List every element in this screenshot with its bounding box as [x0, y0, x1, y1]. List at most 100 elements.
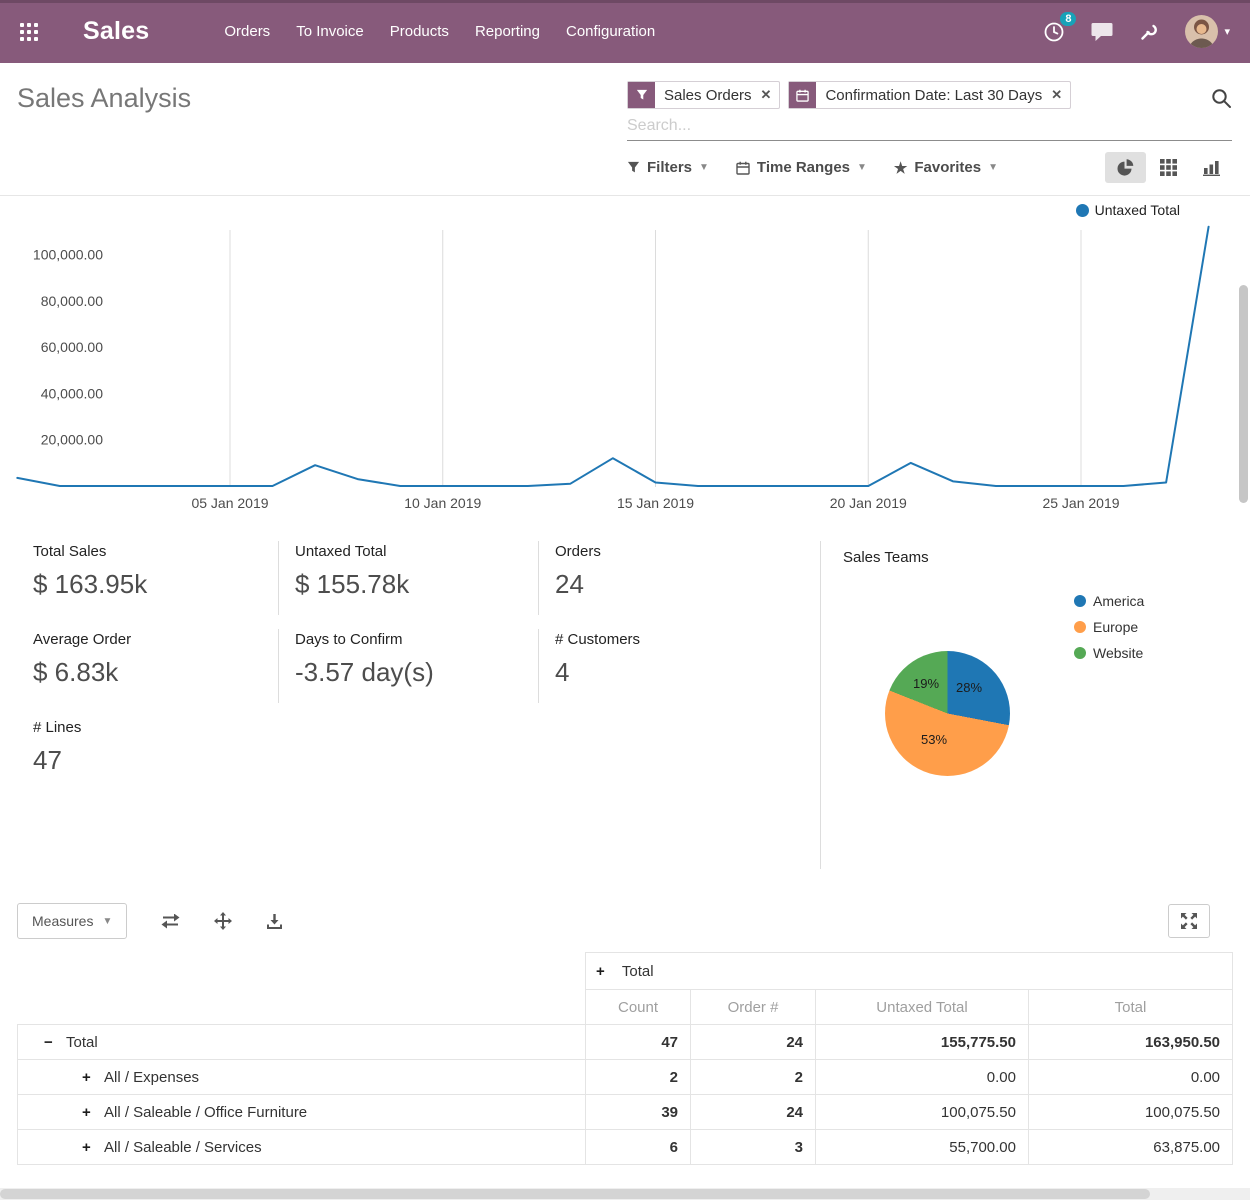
column-header-count[interactable]: Count	[586, 990, 691, 1025]
expand-columns-icon[interactable]: +	[596, 963, 610, 980]
user-menu[interactable]: ▾	[1185, 15, 1230, 48]
svg-text:60,000.00: 60,000.00	[41, 339, 103, 355]
pivot-view-button[interactable]	[1148, 152, 1189, 183]
download-icon[interactable]	[266, 913, 283, 930]
pie-slice-label-website: 19%	[913, 676, 939, 691]
chevron-down-icon: ▼	[988, 162, 998, 173]
menu-configuration[interactable]: Configuration	[553, 13, 668, 50]
menu-to-invoice[interactable]: To Invoice	[283, 13, 377, 50]
flip-axis-icon[interactable]	[161, 914, 180, 929]
apps-grid-icon[interactable]	[20, 23, 38, 41]
grid-view-icon	[1160, 159, 1177, 176]
sales-teams-pie[interactable]	[885, 651, 1010, 776]
legend-dot	[1074, 595, 1086, 607]
svg-text:40,000.00: 40,000.00	[41, 385, 103, 401]
column-header-untaxed[interactable]: Untaxed Total	[816, 990, 1029, 1025]
svg-text:20 Jan 2019: 20 Jan 2019	[830, 495, 907, 511]
time-ranges-dropdown[interactable]: Time Ranges▼	[736, 159, 867, 176]
pie-slice-label-europe: 53%	[921, 732, 947, 747]
svg-text:05 Jan 2019: 05 Jan 2019	[191, 495, 268, 511]
legend-item-america: America	[1074, 593, 1144, 609]
chart-legend-label: Untaxed Total	[1095, 202, 1180, 218]
legend-item-europe: Europe	[1074, 619, 1144, 635]
expand-all-icon[interactable]	[214, 912, 232, 930]
main-menu: Orders To Invoice Products Reporting Con…	[211, 13, 668, 50]
top-navbar: Sales Orders To Invoice Products Reporti…	[0, 0, 1250, 63]
menu-orders[interactable]: Orders	[211, 13, 283, 50]
facet-remove-icon[interactable]: ✕	[1051, 82, 1070, 108]
kpi-lines[interactable]: # Lines 47	[17, 717, 278, 791]
favorites-dropdown[interactable]: ★ Favorites▼	[894, 159, 998, 177]
pivot-row-total: −Total 47 24 155,775.50 163,950.50	[18, 1025, 1233, 1060]
filters-dropdown[interactable]: Filters▼	[627, 159, 709, 176]
horizontal-scrollbar[interactable]	[0, 1188, 1250, 1200]
pie-view-icon	[1116, 158, 1135, 177]
facet-sales-orders[interactable]: Sales Orders ✕	[627, 81, 780, 109]
search-icon[interactable]	[1211, 88, 1232, 109]
svg-text:20,000.00: 20,000.00	[41, 432, 103, 448]
developer-tools-icon[interactable]	[1139, 22, 1159, 42]
messages-icon[interactable]	[1091, 22, 1113, 42]
legend-item-website: Website	[1074, 645, 1144, 661]
control-panel: Sales Analysis Sales Orders ✕ Confirmati…	[0, 63, 1250, 196]
pie-legend: America Europe Website	[1074, 593, 1144, 661]
kpi-untaxed-total[interactable]: Untaxed Total $ 155.78k	[278, 541, 538, 615]
column-header-total[interactable]: Total	[1029, 990, 1233, 1025]
pivot-row-expenses: +All / Expenses 2 2 0.00 0.00	[18, 1060, 1233, 1095]
kpi-customers[interactable]: # Customers 4	[538, 629, 820, 703]
facet-confirmation-date[interactable]: Confirmation Date: Last 30 Days ✕	[788, 81, 1071, 109]
expand-row-icon[interactable]: +	[82, 1139, 96, 1156]
sales-teams-title: Sales Teams	[843, 549, 1233, 566]
chart-legend-dot	[1076, 204, 1089, 217]
chevron-down-icon: ▼	[857, 162, 867, 173]
vertical-scrollbar[interactable]	[1239, 285, 1248, 503]
expand-row-icon[interactable]: +	[82, 1104, 96, 1121]
svg-text:15 Jan 2019: 15 Jan 2019	[617, 495, 694, 511]
legend-dot	[1074, 621, 1086, 633]
svg-text:100,000.00: 100,000.00	[33, 247, 103, 263]
kpi-orders[interactable]: Orders 24	[538, 541, 820, 615]
pivot-row-office-furniture: +All / Saleable / Office Furniture 39 24…	[18, 1095, 1233, 1130]
chevron-down-icon: ▼	[699, 162, 709, 173]
column-header-order[interactable]: Order #	[691, 990, 816, 1025]
sales-teams-panel: Sales Teams America Europe Website 28% 5…	[820, 541, 1233, 869]
legend-dot	[1074, 647, 1086, 659]
calendar-icon	[736, 161, 750, 175]
menu-reporting[interactable]: Reporting	[462, 13, 553, 50]
star-icon: ★	[894, 159, 907, 177]
menu-products[interactable]: Products	[377, 13, 462, 50]
graph-view-button[interactable]	[1191, 152, 1232, 183]
pivot-column-group[interactable]: + Total	[586, 953, 1233, 990]
collapse-row-icon[interactable]: −	[44, 1034, 58, 1051]
sales-line-chart[interactable]: 05 Jan 2019 10 Jan 2019 15 Jan 2019 20 Jan …	[0, 196, 1250, 526]
chevron-down-icon: ▾	[1224, 25, 1230, 38]
avatar	[1185, 15, 1218, 48]
filter-icon	[627, 161, 640, 174]
kpi-dashboard: Total Sales $ 163.95k Untaxed Total $ 15…	[17, 541, 820, 791]
expand-icon	[1181, 913, 1197, 929]
search-input[interactable]	[627, 115, 1232, 137]
svg-text:10 Jan 2019: 10 Jan 2019	[404, 495, 481, 511]
svg-text:80,000.00: 80,000.00	[41, 293, 103, 309]
search-area: Sales Orders ✕ Confirmation Date: Last 3…	[627, 81, 1232, 141]
measures-button[interactable]: Measures▼	[17, 903, 127, 939]
kpi-average-order[interactable]: Average Order $ 6.83k	[17, 629, 278, 703]
kpi-total-sales[interactable]: Total Sales $ 163.95k	[17, 541, 278, 615]
chart-legend: Untaxed Total	[1076, 202, 1180, 218]
pivot-corner-cell	[18, 953, 586, 1025]
chevron-down-icon: ▼	[102, 916, 112, 927]
activity-clock-icon[interactable]: 8	[1043, 21, 1065, 43]
expand-row-icon[interactable]: +	[82, 1069, 96, 1086]
bar-chart-icon	[1203, 159, 1221, 176]
view-switcher	[1105, 152, 1232, 183]
svg-text:25 Jan 2019: 25 Jan 2019	[1042, 495, 1119, 511]
dashboard-view-button[interactable]	[1105, 152, 1146, 183]
pie-slice-label-america: 28%	[956, 680, 982, 695]
app-name[interactable]: Sales	[83, 17, 149, 46]
pivot-controls: Measures▼	[17, 903, 1210, 939]
calendar-icon	[789, 82, 816, 108]
facet-remove-icon[interactable]: ✕	[761, 82, 780, 108]
filter-icon	[628, 82, 655, 108]
fullscreen-button[interactable]	[1168, 904, 1210, 938]
kpi-days-to-confirm[interactable]: Days to Confirm -3.57 day(s)	[278, 629, 538, 703]
